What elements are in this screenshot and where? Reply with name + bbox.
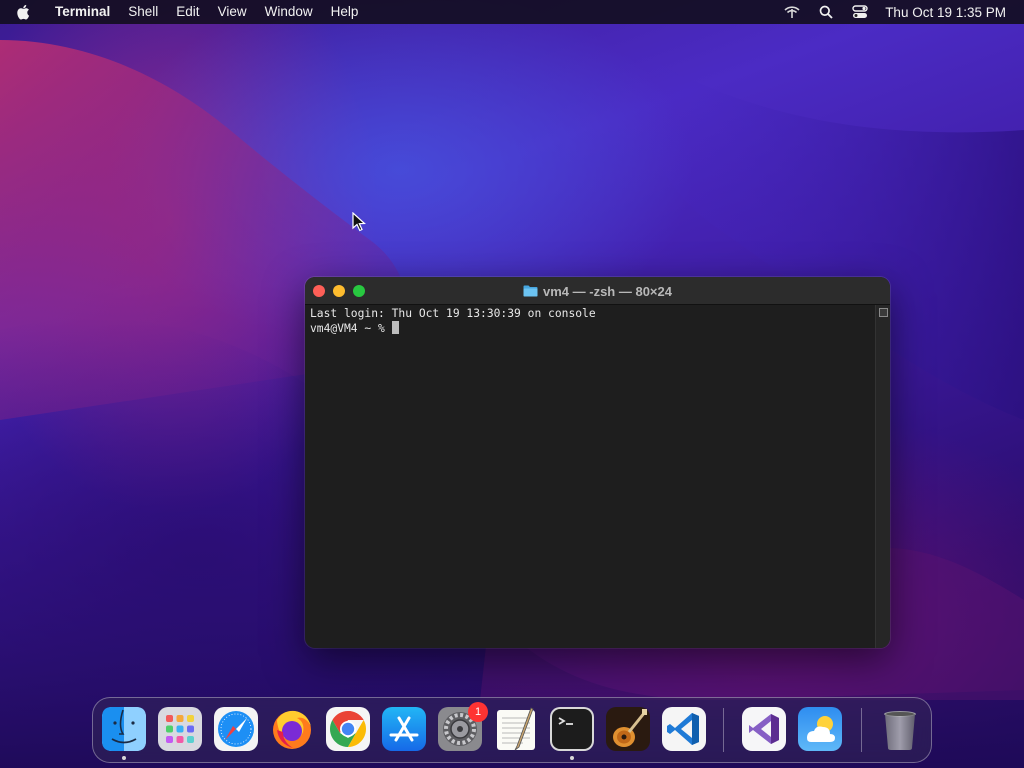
dock-item-finder[interactable]	[101, 706, 147, 752]
folder-icon	[523, 285, 538, 297]
menu-app-name[interactable]: Terminal	[46, 0, 119, 24]
terminal-titlebar[interactable]: vm4 — -zsh — 80×24	[305, 277, 890, 305]
terminal-prompt: vm4@VM4 ~ %	[310, 322, 392, 335]
dock-item-garageband[interactable]	[605, 706, 651, 752]
text-cursor	[391, 321, 399, 334]
terminal-title-text: vm4 — -zsh — 80×24	[543, 283, 672, 299]
dock-item-firefox[interactable]	[269, 706, 315, 752]
dock-item-app-store[interactable]	[381, 706, 427, 752]
firefox-icon	[273, 710, 311, 749]
visual-studio-icon	[742, 707, 786, 751]
launchpad-icon	[158, 707, 202, 751]
terminal-prompt-line: vm4@VM4 ~ %	[310, 321, 870, 336]
menu-clock[interactable]: Thu Oct 19 1:35 PM	[877, 5, 1006, 20]
menu-view[interactable]: View	[209, 0, 256, 24]
apple-icon[interactable]	[0, 4, 46, 20]
dock-item-system-preferences[interactable]: 1	[437, 702, 488, 752]
running-indicator	[570, 756, 574, 760]
dock-item-textedit[interactable]	[493, 706, 539, 752]
dock-item-launchpad[interactable]	[157, 706, 203, 752]
terminal-scrollbar[interactable]	[875, 305, 890, 648]
dock-item-weather[interactable]	[797, 706, 843, 752]
zoom-button[interactable]	[353, 284, 365, 297]
vscode-icon	[662, 707, 706, 751]
trash-icon	[884, 711, 916, 750]
notification-badge: 1	[468, 702, 488, 722]
menu-edit[interactable]: Edit	[167, 0, 208, 24]
weather-icon	[798, 707, 842, 751]
mouse-pointer-icon	[352, 211, 366, 237]
garageband-icon	[606, 707, 650, 751]
dock: 1	[92, 697, 932, 763]
dock-item-terminal[interactable]	[549, 706, 595, 752]
terminal-line: Last login: Thu Oct 19 13:30:39 on conso…	[310, 307, 596, 320]
app-store-icon	[382, 707, 426, 751]
dock-separator	[723, 708, 724, 752]
terminal-title: vm4 — -zsh — 80×24	[305, 277, 890, 305]
terminal-window[interactable]: vm4 — -zsh — 80×24 Last login: Thu Oct 1…	[305, 277, 890, 648]
dock-item-vscode[interactable]	[661, 706, 707, 752]
dock-item-visual-studio[interactable]	[741, 706, 787, 752]
menu-shell[interactable]: Shell	[119, 0, 167, 24]
menu-help[interactable]: Help	[322, 0, 368, 24]
menu-window[interactable]: Window	[256, 0, 322, 24]
terminal-content[interactable]: Last login: Thu Oct 19 13:30:39 on conso…	[305, 305, 875, 648]
textedit-icon	[497, 707, 535, 751]
safari-icon	[214, 707, 258, 751]
finder-icon	[102, 707, 146, 751]
terminal-icon	[550, 707, 594, 751]
minimize-button[interactable]	[333, 284, 345, 297]
dock-separator	[861, 708, 862, 752]
dock-item-chrome[interactable]	[325, 706, 371, 752]
dock-item-trash[interactable]	[877, 706, 923, 752]
split-pane-button[interactable]	[879, 308, 888, 317]
wifi-icon[interactable]	[775, 0, 809, 24]
search-icon[interactable]	[809, 0, 843, 24]
control-center-icon[interactable]	[843, 0, 877, 24]
menu-bar: Terminal Shell Edit View Window Help Thu…	[0, 0, 1024, 24]
dock-item-safari[interactable]	[213, 706, 259, 752]
close-button[interactable]	[313, 284, 325, 297]
chrome-icon	[326, 707, 370, 751]
running-indicator	[122, 756, 126, 760]
